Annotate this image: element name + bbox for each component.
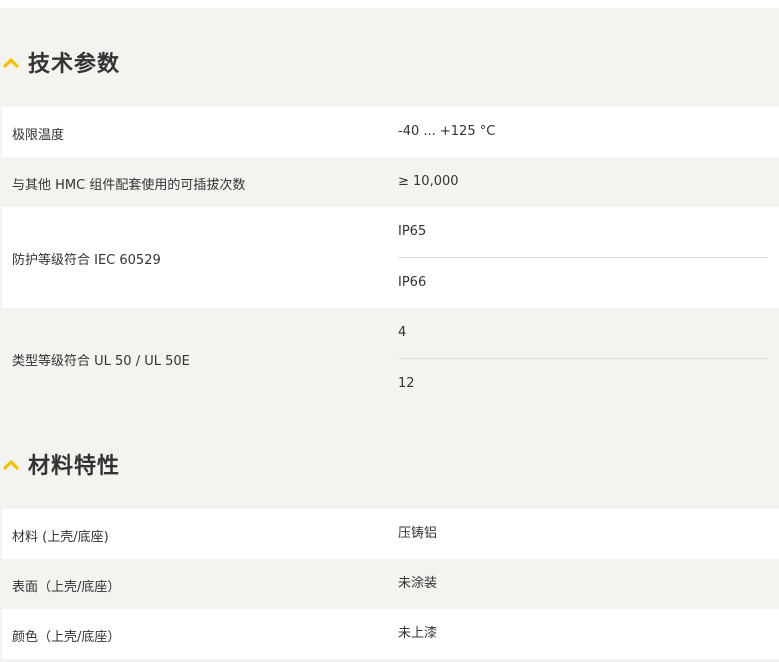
table-row: 与其他 HMC 组件配套使用的可插拔次数 ≥ 10,000 xyxy=(2,157,779,207)
section-title: 材料特性 xyxy=(28,454,121,479)
section-header-material-props[interactable]: 材料特性 xyxy=(0,444,779,484)
row-value: ≥ 10,000 xyxy=(398,174,459,189)
row-value: IP65 xyxy=(398,224,427,239)
row-label: 颜色（上壳/底座） xyxy=(12,630,121,645)
row-label: 材料 (上壳/底座) xyxy=(12,530,109,545)
row-value: 4 xyxy=(398,325,407,340)
table-row: 材料 (上壳/底座) 压铸铝 xyxy=(2,509,779,559)
row-label: 极限温度 xyxy=(12,128,65,143)
row-label: 类型等级符合 UL 50 / UL 50E xyxy=(12,354,190,369)
tech-params-table: 极限温度 -40 ... +125 °C 与其他 HMC 组件配套使用的可插拔次… xyxy=(2,107,779,409)
table-row: 类型等级符合 UL 50 / UL 50E 4 12 xyxy=(2,308,779,409)
row-value: IP66 xyxy=(398,257,768,308)
top-bar xyxy=(0,0,779,8)
row-label: 与其他 HMC 组件配套使用的可插拔次数 xyxy=(12,178,246,193)
row-value: 未上漆 xyxy=(398,626,438,641)
row-label: 表面（上壳/底座） xyxy=(12,580,121,595)
row-value: 未涂装 xyxy=(398,576,438,591)
row-value: -40 ... +125 °C xyxy=(398,124,496,139)
row-label: 防护等级符合 IEC 60529 xyxy=(12,253,161,268)
section-title: 技术参数 xyxy=(28,52,121,77)
chevron-up-icon[interactable] xyxy=(0,444,22,484)
section-header-tech-params[interactable]: 技术参数 xyxy=(0,42,779,82)
table-row: 防护等级符合 IEC 60529 IP65 IP66 xyxy=(2,207,779,308)
table-row: 颜色（上壳/底座） 未上漆 xyxy=(2,609,779,659)
table-row: 表面（上壳/底座） 未涂装 xyxy=(2,559,779,609)
row-value: 12 xyxy=(398,358,768,409)
row-value: 压铸铝 xyxy=(398,526,438,541)
chevron-up-icon[interactable] xyxy=(0,42,22,82)
table-row: 极限温度 -40 ... +125 °C xyxy=(2,107,779,157)
material-props-table: 材料 (上壳/底座) 压铸铝 表面（上壳/底座） 未涂装 颜色（上壳/底座） 未… xyxy=(2,509,779,659)
